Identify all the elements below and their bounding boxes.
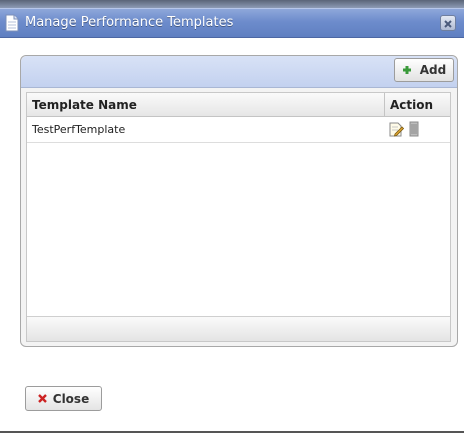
- window-top-strip: [0, 0, 464, 8]
- add-button-label: Add: [419, 63, 447, 77]
- document-icon: [5, 14, 19, 32]
- table-row[interactable]: TestPerfTemplate: [27, 117, 450, 143]
- close-button-label: Close: [52, 391, 90, 406]
- close-x-icon[interactable]: [440, 15, 456, 31]
- close-button[interactable]: Close: [25, 386, 102, 411]
- plus-icon: [402, 66, 411, 74]
- row-actions: [388, 121, 420, 137]
- delete-icon[interactable]: [408, 121, 420, 137]
- close-x-glyph: [444, 20, 452, 28]
- table-footer: [27, 316, 450, 341]
- manage-performance-templates-dialog: Manage Performance Templates Add Templat…: [0, 0, 464, 433]
- template-name-cell: TestPerfTemplate: [32, 123, 126, 136]
- dialog-title: Manage Performance Templates: [25, 15, 234, 30]
- dialog-titlebar[interactable]: Manage Performance Templates: [0, 8, 464, 38]
- templates-table: Template Name Action TestPerfTemplate: [26, 92, 451, 342]
- add-button[interactable]: Add: [394, 58, 454, 82]
- column-header-action[interactable]: Action: [390, 98, 433, 112]
- edit-icon[interactable]: [388, 121, 404, 137]
- panel-toolbar: Add: [21, 56, 457, 88]
- column-header-template-name[interactable]: Template Name: [32, 98, 137, 112]
- column-separator: [384, 93, 385, 116]
- table-header: Template Name Action: [27, 93, 450, 117]
- templates-panel: Add Template Name Action TestPerfTemplat…: [20, 55, 458, 347]
- x-icon: [37, 394, 47, 403]
